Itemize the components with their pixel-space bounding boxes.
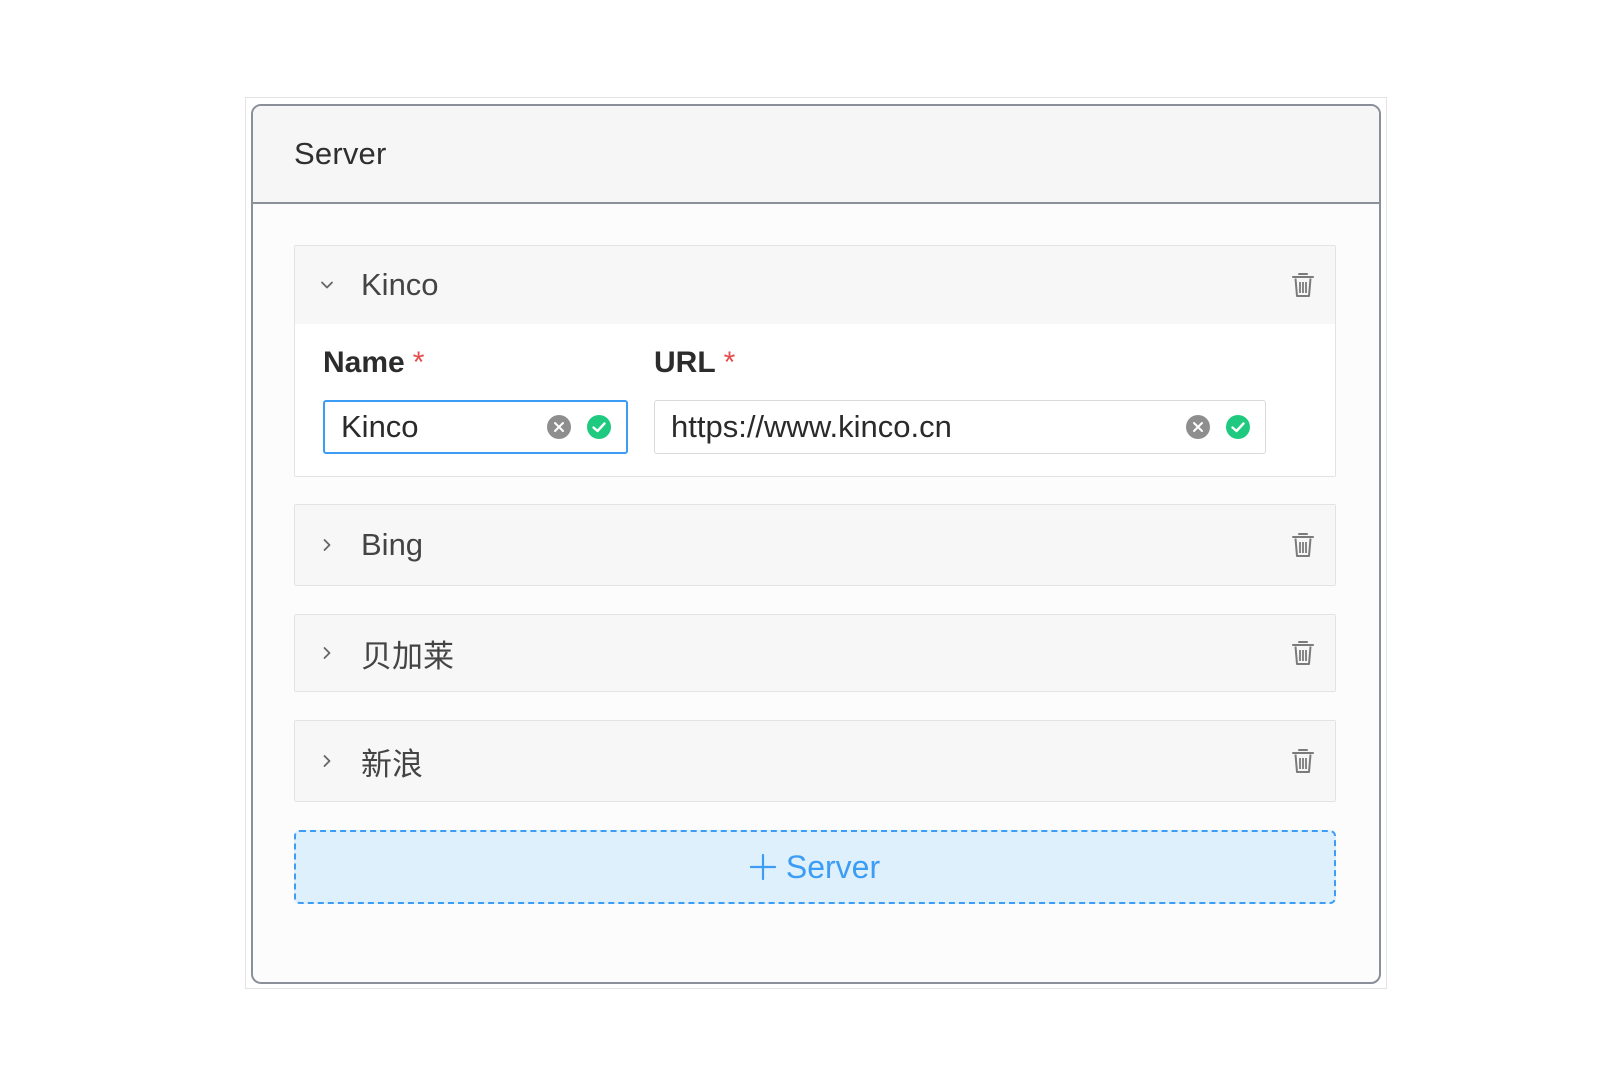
panel-body: Kinco Name * Kinco URL * https://www.kin… [253,204,1379,904]
add-server-button[interactable]: Server [294,830,1336,904]
server-panel: Server Kinco Name * Kinco URL * https://… [251,104,1381,984]
plus-icon [749,854,776,880]
server-item-header[interactable]: Bing [295,505,1335,585]
chevron-right-icon [323,539,331,551]
name-label-text: Name [323,346,405,379]
server-item-header[interactable]: 贝加莱 [295,615,1335,691]
required-mark: * [723,346,736,379]
check-circle-icon [587,415,611,439]
url-label: URL * [654,346,1266,380]
trash-icon[interactable] [1289,746,1317,776]
server-item-header[interactable]: 新浪 [295,721,1335,801]
trash-icon[interactable] [1289,638,1317,668]
chevron-right-icon [323,647,331,659]
required-mark: * [412,346,425,379]
name-label: Name * [323,346,628,380]
panel-header: Server [253,106,1379,204]
url-field-group: URL * [654,346,1266,454]
url-input[interactable] [671,409,1171,445]
server-item-title: 新浪 [361,746,423,782]
trash-icon[interactable] [1289,270,1317,300]
server-item-bing: Bing [294,504,1336,586]
name-input-wrapper [323,400,628,454]
add-server-label: Server [785,848,881,885]
chevron-down-icon [321,281,333,289]
name-input[interactable] [341,409,532,445]
server-item-kinco: Kinco Name * Kinco URL * https://www.kin… [294,245,1336,477]
trash-icon[interactable] [1289,530,1317,560]
server-item-title: 贝加莱 [361,638,454,674]
name-field-group: Name * [323,346,628,454]
url-label-text: URL [654,346,716,379]
server-item-form: Name * Kinco URL * https://www.kinco.cn [295,324,1335,476]
panel-title: Server [294,136,387,171]
chevron-right-icon [323,755,331,767]
server-item-title: Bing [361,527,424,562]
server-item-title: Kinco [361,267,439,302]
clear-circle-icon[interactable] [1185,414,1211,440]
server-item-sina: 新浪 [294,720,1336,802]
url-input-wrapper [654,400,1266,454]
server-item-header[interactable]: Kinco [295,246,1335,324]
server-item-bnr: 贝加莱 [294,614,1336,692]
check-circle-icon [1226,415,1250,439]
clear-circle-icon[interactable] [546,414,572,440]
